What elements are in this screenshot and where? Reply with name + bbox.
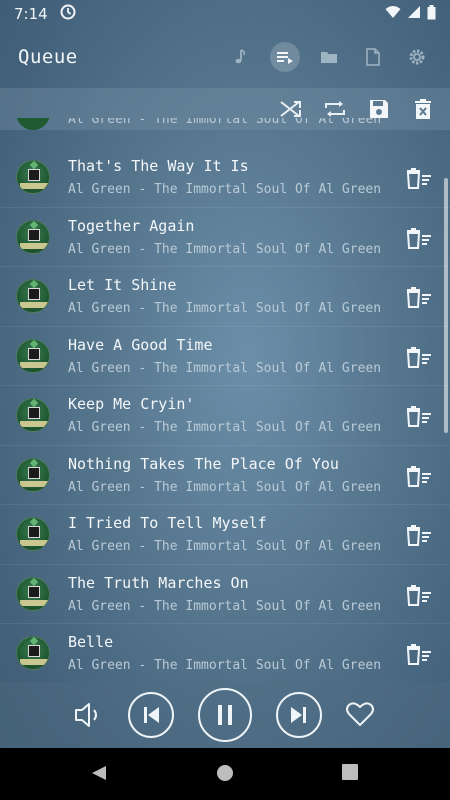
queue-item[interactable]: Let It Shine Al Green - The Immortal Soul… <box>0 267 450 327</box>
track-title: Belle <box>68 633 114 651</box>
track-subtitle: Al Green - The Immortal Soul Of Al Green <box>68 182 382 197</box>
remove-from-queue-icon[interactable] <box>406 166 432 190</box>
queue-icon[interactable] <box>270 42 300 72</box>
back-icon[interactable] <box>90 764 108 786</box>
track-title: Have A Good Time <box>68 335 213 354</box>
album-art <box>16 576 50 611</box>
album-art <box>16 457 50 492</box>
status-bar: 7:14 <box>0 0 450 28</box>
track-title: Together Again <box>68 216 195 235</box>
remove-from-queue-icon[interactable] <box>406 523 432 547</box>
album-art <box>16 517 50 551</box>
sync-icon <box>60 4 76 24</box>
music-note-icon[interactable] <box>226 42 256 72</box>
wifi-icon <box>385 5 401 23</box>
scrollbar[interactable] <box>444 178 448 433</box>
queue-list[interactable]: That's The Way It Is Al Green - The Immor… <box>0 118 450 681</box>
track-subtitle: Al Green - The Immortal Soul Of Al Green <box>68 241 382 257</box>
remove-from-queue-icon[interactable] <box>406 404 432 428</box>
home-icon[interactable] <box>216 764 234 786</box>
file-icon[interactable] <box>358 42 388 72</box>
track-subtitle: Al Green - The Immortal Soul Of Al Green <box>68 360 382 376</box>
track-title: I Tried To Tell Myself <box>68 514 267 532</box>
track-title: Keep Me Cryin' <box>68 395 195 413</box>
album-art <box>16 398 50 432</box>
remove-from-queue-icon[interactable] <box>406 345 432 369</box>
album-art <box>16 636 50 670</box>
player-controls <box>0 682 450 748</box>
remove-from-queue-icon[interactable] <box>406 285 432 309</box>
battery-icon <box>427 4 436 24</box>
page-title: Queue <box>18 46 78 68</box>
track-subtitle: Al Green - The Immortal Soul Of Al Green <box>68 301 382 316</box>
album-art <box>16 279 50 313</box>
queue-item[interactable]: I Tried To Tell Myself Al Green - The Imm… <box>0 505 450 565</box>
favorite-heart-icon[interactable] <box>345 700 375 728</box>
track-title: That's The Way It Is <box>68 157 249 175</box>
track-title: Let It Shine <box>68 276 177 294</box>
previous-button[interactable] <box>128 692 174 738</box>
album-art <box>16 160 50 194</box>
signal-icon <box>407 5 421 23</box>
track-subtitle: Al Green - The Immortal Soul Of Al Green <box>68 598 382 614</box>
queue-item[interactable]: Together Again Al Green - The Immortal So… <box>0 208 450 267</box>
next-button[interactable] <box>276 692 322 738</box>
play-pause-button[interactable] <box>198 688 252 742</box>
system-nav-bar <box>0 748 450 800</box>
folder-icon[interactable] <box>314 42 344 72</box>
app-bar: Queue <box>0 28 450 86</box>
queue-item[interactable]: Have A Good Time Al Green - The Immortal … <box>0 327 450 386</box>
remove-from-queue-icon[interactable] <box>406 464 432 488</box>
track-title: Nothing Takes The Place Of You <box>68 454 339 473</box>
album-art <box>16 219 50 254</box>
remove-from-queue-icon[interactable] <box>406 642 432 666</box>
track-subtitle: Al Green - The Immortal Soul Of Al Green <box>68 420 382 435</box>
album-art <box>16 338 50 373</box>
track-title: The Truth Marches On <box>68 573 249 592</box>
skip-next-icon <box>291 707 306 723</box>
settings-icon[interactable] <box>402 42 432 72</box>
recents-icon[interactable] <box>342 764 358 784</box>
skip-previous-icon <box>144 707 159 723</box>
queue-item[interactable]: The Truth Marches On Al Green - The Immor… <box>0 565 450 624</box>
queue-item[interactable]: That's The Way It Is Al Green - The Immor… <box>0 148 450 208</box>
pause-icon <box>218 705 232 725</box>
queue-item[interactable]: Belle Al Green - The Immortal Soul Of Al … <box>0 624 450 681</box>
status-time: 7:14 <box>14 5 48 23</box>
track-subtitle: Al Green - The Immortal Soul Of Al Green <box>68 479 382 495</box>
volume-icon[interactable] <box>72 699 106 731</box>
queue-item[interactable]: Nothing Takes The Place Of You Al Green -… <box>0 446 450 505</box>
track-subtitle: Al Green - The Immortal Soul Of Al Green <box>68 658 382 673</box>
remove-from-queue-icon[interactable] <box>406 583 432 607</box>
queue-item[interactable]: Keep Me Cryin' Al Green - The Immortal So… <box>0 386 450 446</box>
remove-from-queue-icon[interactable] <box>406 226 432 250</box>
track-subtitle: Al Green - The Immortal Soul Of Al Green <box>68 539 382 554</box>
